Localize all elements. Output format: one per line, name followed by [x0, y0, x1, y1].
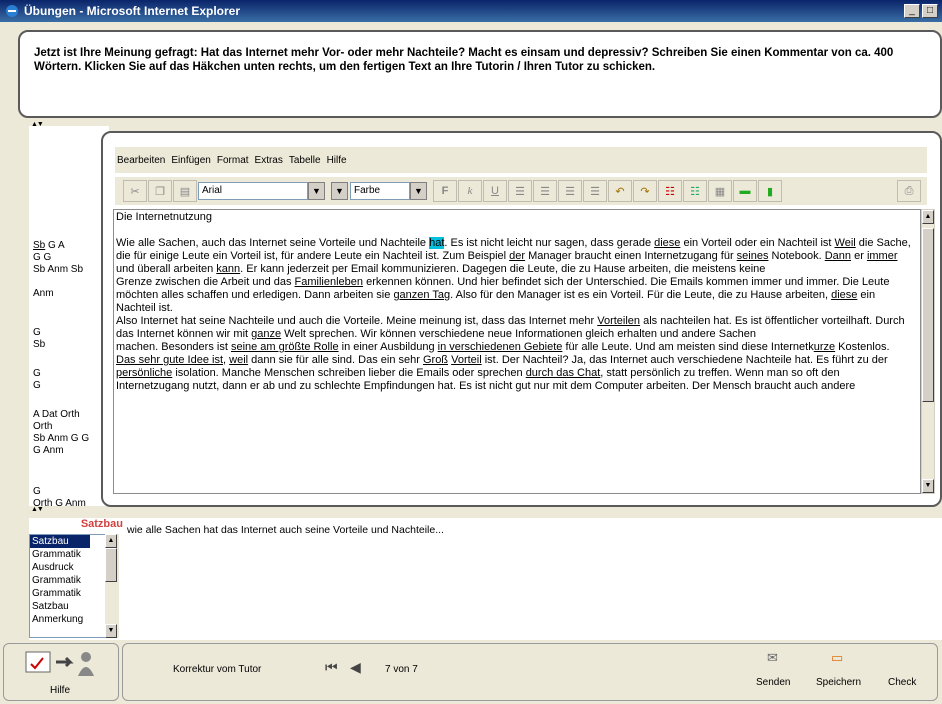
send-button[interactable]: Senden — [756, 677, 790, 688]
paste-icon[interactable]: ▤ — [173, 180, 197, 202]
scroll-down-icon[interactable]: ▼ — [922, 479, 934, 493]
menu-format[interactable]: Format — [217, 155, 249, 166]
maximize-button[interactable]: □ — [922, 4, 938, 18]
bold-button[interactable]: F — [433, 180, 457, 202]
list-item[interactable]: Ausdruck — [30, 561, 108, 574]
paragraph: möchten alles schaffen und erledigen. Da… — [116, 289, 876, 301]
list-item[interactable]: Grammatik — [30, 587, 108, 600]
window-title: Übungen - Microsoft Internet Explorer — [24, 4, 241, 18]
list-item[interactable]: Satzbau — [30, 600, 108, 613]
previous-page-icon[interactable]: ◀ — [350, 659, 361, 676]
menu-extras[interactable]: Extras — [255, 155, 283, 166]
scroll-up-icon[interactable]: ▲ — [922, 210, 934, 224]
insert-column-icon[interactable]: ▮ — [758, 180, 782, 202]
status-panel: Korrektur vom Tutor ⏮ ◀ 7 von 7 ✉ Senden… — [122, 643, 938, 701]
task-instruction: Jetzt ist Ihre Meinung gefragt: Hat das … — [18, 30, 942, 118]
check-button[interactable]: Check — [888, 677, 916, 688]
list-item[interactable]: Satzbau — [30, 535, 90, 548]
page-counter: 7 von 7 — [385, 664, 418, 675]
paragraph: Wie alle Sachen, auch das Internet seine… — [116, 237, 911, 275]
font-dropdown-icon[interactable]: ▼ — [308, 182, 325, 200]
scroll-down-icon[interactable]: ▼ — [105, 624, 117, 638]
text-editor: Bearbeiten Einfügen Format Extras Tabell… — [101, 131, 942, 507]
scroll-up-icon[interactable]: ▲ — [105, 534, 117, 548]
list-item[interactable]: Anmerkung — [30, 613, 108, 626]
align-center-icon[interactable]: ☰ — [533, 180, 557, 202]
align-left-icon[interactable]: ☰ — [508, 180, 532, 202]
redo-icon[interactable]: ↷ — [633, 180, 657, 202]
help-panel[interactable]: Hilfe — [3, 643, 119, 701]
correction-label: Korrektur vom Tutor — [173, 664, 262, 675]
align-justify-icon[interactable]: ☰ — [583, 180, 607, 202]
essay-text-area[interactable]: Die Internetnutzung Wie alle Sachen, auc… — [113, 209, 921, 494]
category-title: Satzbau — [80, 518, 123, 530]
paragraph: machen. Besonders ist seine am größte Ro… — [116, 341, 890, 353]
margin-note: Anm — [33, 288, 54, 299]
internet-explorer-icon — [4, 3, 20, 19]
correction-panel: Satzbau Satzbau Grammatik Ausdruck Gramm… — [29, 518, 942, 640]
scroll-thumb[interactable] — [105, 548, 117, 582]
help-label: Hilfe — [50, 685, 71, 696]
editor-scrollbar[interactable]: ▲ ▼ — [921, 209, 935, 494]
paragraph: Also Internet hat seine Nachteile und au… — [116, 315, 905, 340]
menu-einfuegen[interactable]: Einfügen — [171, 155, 210, 166]
tutor-comment: wie alle Sachen hat das Internet auch se… — [127, 524, 444, 536]
browser-window: Übungen - Microsoft Internet Explorer _ … — [0, 0, 942, 704]
margin-note: G Orth G Anm — [33, 486, 86, 506]
color-dropdown-icon[interactable]: ▼ — [410, 182, 427, 200]
menu-hilfe[interactable]: Hilfe — [327, 155, 347, 166]
minimize-button[interactable]: _ — [904, 4, 920, 18]
help-icon[interactable] — [24, 648, 102, 681]
margin-notes-column: Sb G A G G Sb Anm Sb Anm G Sb G G A Dat … — [29, 126, 109, 506]
send-icon[interactable]: ✉ — [767, 650, 778, 666]
menu-bearbeiten[interactable]: Bearbeiten — [117, 155, 165, 166]
paragraph: Grenze zwischen die Arbeit und das Famil… — [116, 276, 890, 288]
table-icon[interactable]: ▦ — [708, 180, 732, 202]
paragraph: Internetzugang nutzt, dann er ab und zu … — [116, 380, 856, 392]
save-button[interactable]: Speichern — [816, 677, 861, 688]
size-dropdown-icon[interactable]: ▼ — [331, 182, 348, 200]
footer-bar: Hilfe Korrektur vom Tutor ⏮ ◀ 7 von 7 ✉ … — [0, 643, 942, 704]
insert-row-icon[interactable]: ▬ — [733, 180, 757, 202]
paragraph: Nachteil ist. — [116, 302, 173, 314]
margin-note: A Dat Orth Orth Sb Anm G G G Anm — [33, 409, 90, 456]
font-select[interactable]: Arial — [198, 182, 308, 200]
numbered-list-icon[interactable]: ☷ — [683, 180, 707, 202]
highlighted-word: hat — [429, 237, 445, 249]
margin-note: G G — [33, 368, 41, 391]
title-bar: Übungen - Microsoft Internet Explorer _ … — [0, 0, 942, 22]
undo-icon[interactable]: ↶ — [608, 180, 632, 202]
list-item[interactable]: Grammatik — [30, 548, 108, 561]
bullet-list-icon[interactable]: ☷ — [658, 180, 682, 202]
first-page-icon[interactable]: ⏮ — [325, 659, 338, 676]
align-right-icon[interactable]: ☰ — [558, 180, 582, 202]
resize-arrows-bottom[interactable]: ▲▼ — [31, 506, 44, 513]
category-list[interactable]: Satzbau Grammatik Ausdruck Grammatik Gra… — [29, 534, 109, 638]
list-item[interactable]: Grammatik — [30, 574, 108, 587]
margin-note: Sb G A G G Sb Anm Sb — [33, 240, 84, 275]
category-scrollbar[interactable]: ▲ ▼ — [105, 534, 119, 638]
doc-title: Die Internetnutzung — [116, 211, 213, 223]
menu-tabelle[interactable]: Tabelle — [289, 155, 321, 166]
save-icon[interactable]: ▭ — [831, 650, 843, 666]
italic-button[interactable]: k — [458, 180, 482, 202]
scroll-thumb[interactable] — [922, 228, 934, 402]
margin-note: G Sb — [33, 327, 46, 350]
print-icon[interactable]: ⎙ — [897, 180, 921, 202]
paragraph: Das sehr gute Idee ist, weil dann sie fü… — [116, 354, 888, 379]
cut-icon[interactable]: ✂ — [123, 180, 147, 202]
underline-button[interactable]: U — [483, 180, 507, 202]
copy-icon[interactable]: ❐ — [148, 180, 172, 202]
editor-toolbar: ✂ ❐ ▤ Arial ▼ ▼ Farbe ▼ F k U ☰ ☰ ☰ ☰ ↶ … — [115, 177, 927, 205]
color-select[interactable]: Farbe — [350, 182, 410, 200]
editor-menu-bar: Bearbeiten Einfügen Format Extras Tabell… — [115, 147, 927, 173]
